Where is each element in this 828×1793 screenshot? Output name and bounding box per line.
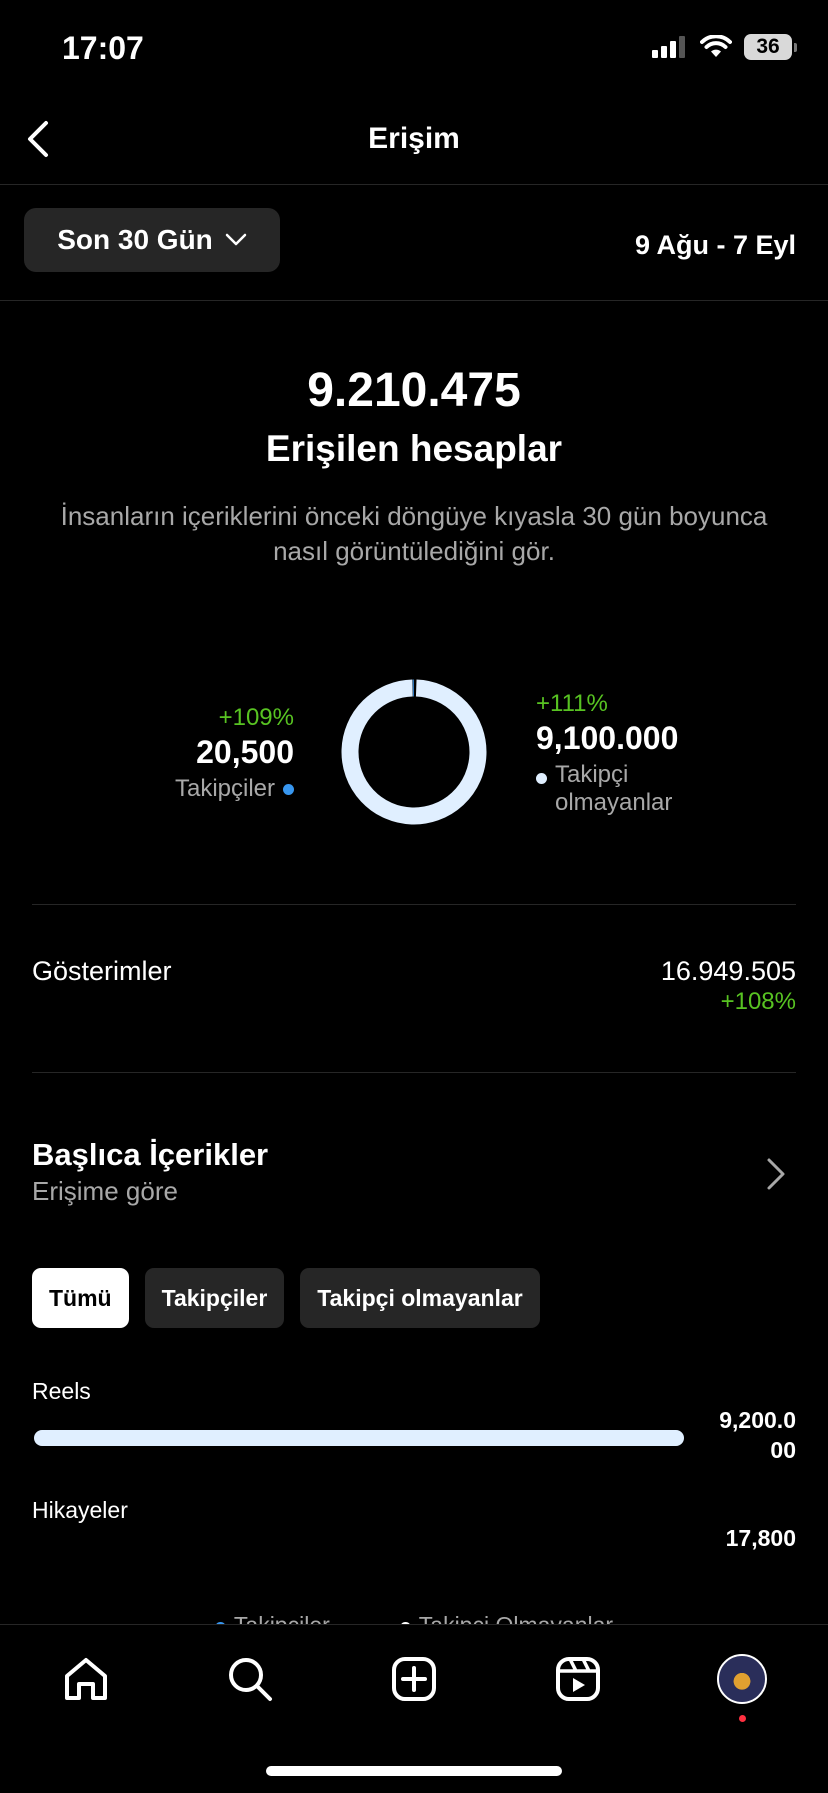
period-label: Son 30 Gün xyxy=(57,224,213,255)
notification-dot xyxy=(739,1715,746,1722)
followers-value: 20,500 xyxy=(196,734,294,770)
row-reels-value: 9,200.0 00 xyxy=(719,1405,796,1465)
non-followers-legend: Takipçi olmayanlar xyxy=(536,761,678,817)
followers-dot xyxy=(283,783,294,795)
row-reels-value-line2: 00 xyxy=(770,1437,796,1463)
status-icons: 36 xyxy=(652,34,797,60)
create-icon[interactable] xyxy=(386,1651,442,1707)
non-followers-label-line1: Takipçi xyxy=(555,761,629,788)
period-dropdown[interactable]: Son 30 Gün xyxy=(24,208,280,272)
status-time: 17:07 xyxy=(62,30,144,66)
header-divider xyxy=(0,184,828,185)
row-stories-label: Hikayeler xyxy=(32,1497,128,1523)
search-icon[interactable] xyxy=(222,1651,278,1707)
legend-followers: Takipçiler xyxy=(214,1612,330,1624)
date-range: 9 Ağu - 7 Eyl xyxy=(634,230,796,260)
top-content-subtitle: Erişime göre xyxy=(32,1176,178,1206)
followers-legend: Takipçiler xyxy=(175,775,294,803)
rows-legend: Takipçiler Takipçi Olmayanlar xyxy=(0,1606,828,1624)
chip-followers[interactable]: Takipçiler xyxy=(144,1268,285,1328)
non-followers-label-line2: olmayanlar xyxy=(555,789,673,816)
profile-tab[interactable] xyxy=(714,1651,770,1707)
non-followers-value: 9,100.000 xyxy=(536,720,679,756)
impressions-label: Gösterimler xyxy=(32,956,172,986)
impressions-value: 16.949.505 xyxy=(660,956,796,986)
followers-stats: +109% 20,500 Takipçiler xyxy=(175,704,294,803)
audience-filter-chips: Tümü Takipçiler Takipçi olmayanlar xyxy=(32,1268,540,1328)
row-reels-bar-fill xyxy=(34,1430,684,1446)
section-divider xyxy=(32,1072,796,1073)
battery-icon: 36 xyxy=(744,34,797,60)
impressions-change: +108% xyxy=(720,988,796,1015)
summary-description: İnsanların içeriklerini önceki döngüye k… xyxy=(60,501,768,566)
accounts-reached-label: Erişilen hesaplar xyxy=(265,428,563,469)
filter-divider xyxy=(0,300,828,301)
legend-non-followers-label: Takipçi Olmayanlar xyxy=(419,1612,613,1624)
section-divider xyxy=(32,904,796,905)
non-followers-stats: +111% 9,100.000 Takipçi olmayanlar xyxy=(536,690,678,817)
non-followers-change: +111% xyxy=(536,690,608,717)
chevron-right-icon[interactable] xyxy=(764,1156,788,1192)
followers-change: +109% xyxy=(218,704,294,731)
donut-segment-non-followers xyxy=(341,679,487,825)
non-followers-dot xyxy=(536,773,547,784)
row-reels-bar xyxy=(34,1430,684,1446)
chevron-down-icon xyxy=(225,233,247,246)
row-reels-label: Reels xyxy=(32,1378,91,1404)
wifi-icon xyxy=(700,35,732,57)
row-reels-value-line1: 9,200.0 xyxy=(719,1407,796,1433)
page-title: Erişim xyxy=(368,122,460,155)
row-stories-value: 17,800 xyxy=(725,1525,796,1551)
followers-label: Takipçiler xyxy=(174,775,275,802)
profile-avatar xyxy=(717,1654,767,1704)
chip-all[interactable]: Tümü xyxy=(32,1268,129,1328)
legend-followers-label: Takipçiler xyxy=(234,1612,330,1624)
chip-non-followers[interactable]: Takipçi olmayanlar xyxy=(300,1268,540,1328)
legend-non-followers: Takipçi Olmayanlar xyxy=(399,1612,613,1624)
home-indicator xyxy=(266,1766,562,1776)
accounts-reached-value: 9.210.475 xyxy=(307,364,521,417)
signal-icon xyxy=(652,36,685,58)
home-icon[interactable] xyxy=(58,1651,114,1707)
top-content-title[interactable]: Başlıca İçerikler xyxy=(32,1137,268,1173)
non-followers-label: Takipçi olmayanlar xyxy=(555,761,672,817)
reach-donut-chart xyxy=(341,679,487,825)
reels-icon[interactable] xyxy=(550,1651,606,1707)
